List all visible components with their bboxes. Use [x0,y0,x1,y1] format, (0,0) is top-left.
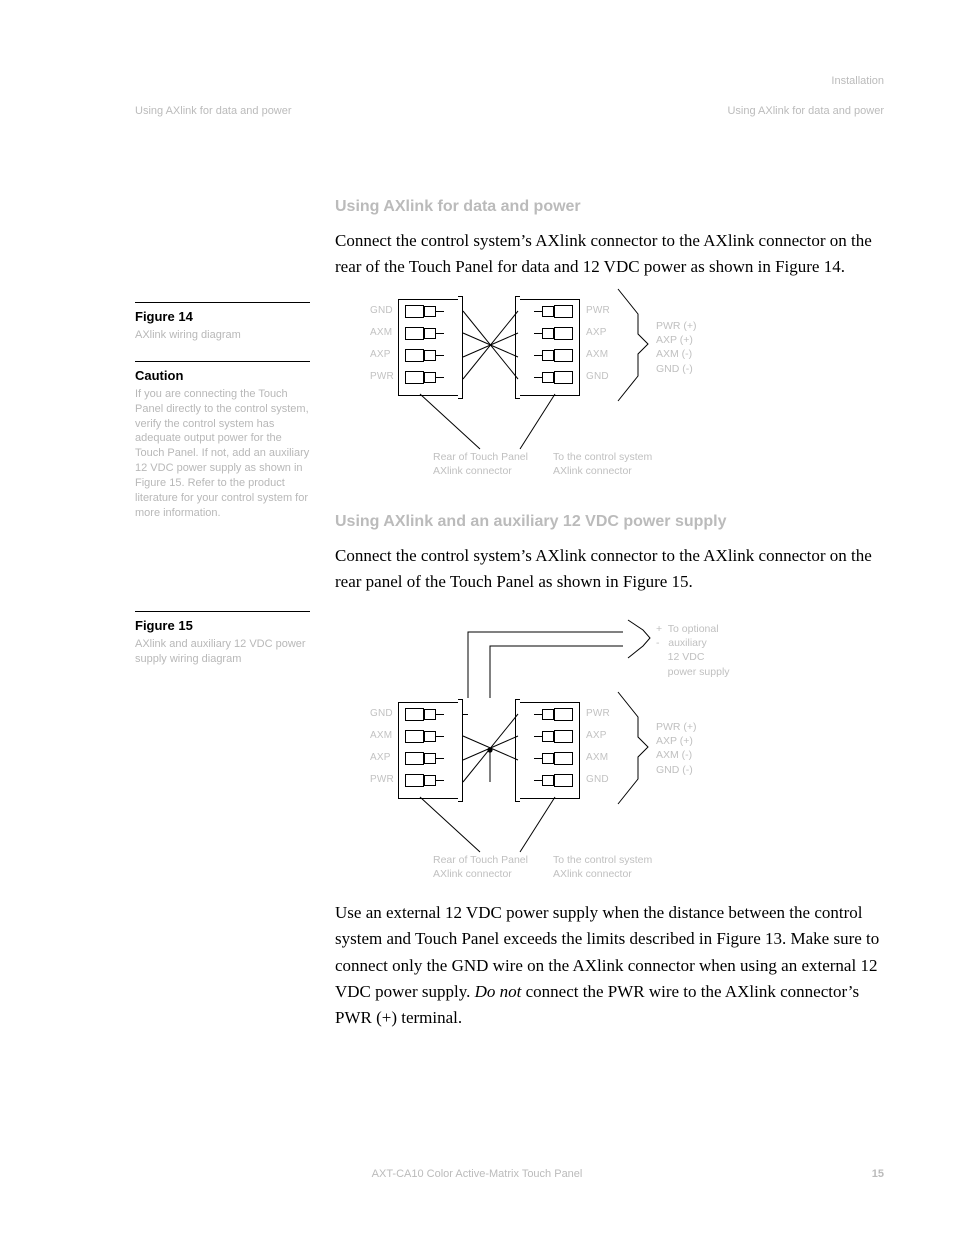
aux-wires-icon [468,620,668,700]
figure15-sidebar: Figure 15 AXlink and auxiliary 12 VDC po… [135,611,310,667]
pin-label: AXM [586,349,608,360]
figure15-diagram: + To optional - auxiliary 12 VDC power s… [398,620,758,880]
pin-label: AXM [586,752,608,763]
pin-label: AXM [370,730,392,741]
right-connector-note: To the control system AXlink connector [553,853,683,881]
aux-supply-note: + To optional - auxiliary 12 VDC power s… [656,622,730,679]
header-section-left: Using AXlink for data and power [135,105,292,117]
para-emphasis: Do not [475,982,522,1001]
section-heading: Using AXlink and an auxiliary 12 VDC pow… [335,510,895,535]
footer-title: AXT-CA10 Color Active-Matrix Touch Panel [0,1168,954,1180]
figure14-label: Figure 14 [135,309,310,324]
mid-wires-icon [463,702,518,797]
right-connector [518,702,580,799]
pin-label: PWR [370,371,394,382]
right-connector-note: To the control system AXlink connector [553,450,683,478]
section-paragraph: Connect the control system’s AXlink conn… [335,228,895,281]
figure14-diagram: GND AXM AXP PWR PWR AXP AXM GND PWR (+) … [398,295,738,465]
brace-icon [613,692,653,804]
header-section-right: Using AXlink for data and power [727,105,884,117]
pin-label: GND [370,305,393,316]
section-axlink-data-power: Using AXlink for data and power Connect … [335,195,895,280]
left-connector [398,299,460,396]
brace-labels: PWR (+) AXP (+) AXM (-) GND (-) [656,319,697,376]
pin-label: PWR [586,708,610,719]
pin-label: PWR [370,774,394,785]
figure14-caption: AXlink wiring diagram [135,328,310,343]
rule [135,302,310,303]
pin-label: AXP [370,752,391,763]
pin-label: AXP [586,730,607,741]
running-header: Installation [831,75,884,87]
left-connector-note: Rear of Touch Panel AXlink connector [433,853,553,881]
caution-label: Caution [135,368,310,383]
page: Installation Using AXlink for data and p… [0,0,954,1235]
pin-label: GND [586,371,609,382]
left-connector [398,702,460,799]
section-axlink-aux-power: Using AXlink and an auxiliary 12 VDC pow… [335,510,895,595]
caution-text: If you are connecting the Touch Panel di… [135,387,310,521]
pin-label: GND [370,708,393,719]
pin-label: PWR [586,305,610,316]
brace-icon [613,289,653,401]
page-number: 15 [872,1168,884,1180]
wire [463,714,468,715]
brace-labels: PWR (+) AXP (+) AXM (-) GND (-) [656,720,697,777]
pin-label: AXP [370,349,391,360]
section-external-power-note: Use an external 12 VDC power supply when… [335,900,895,1032]
section-paragraph: Connect the control system’s AXlink conn… [335,543,895,596]
pin-label: GND [586,774,609,785]
rule [135,361,310,362]
figure15-label: Figure 15 [135,618,310,633]
cross-wires-icon [463,299,518,394]
figure15-caption: AXlink and auxiliary 12 VDC power supply… [135,637,310,667]
pin-label: AXM [370,327,392,338]
figure14-sidebar: Figure 14 AXlink wiring diagram Caution … [135,302,310,520]
right-connector [518,299,580,396]
rule [135,611,310,612]
pin-label: AXP [586,327,607,338]
left-connector-note: Rear of Touch Panel AXlink connector [433,450,553,478]
section-heading: Using AXlink for data and power [335,195,895,220]
